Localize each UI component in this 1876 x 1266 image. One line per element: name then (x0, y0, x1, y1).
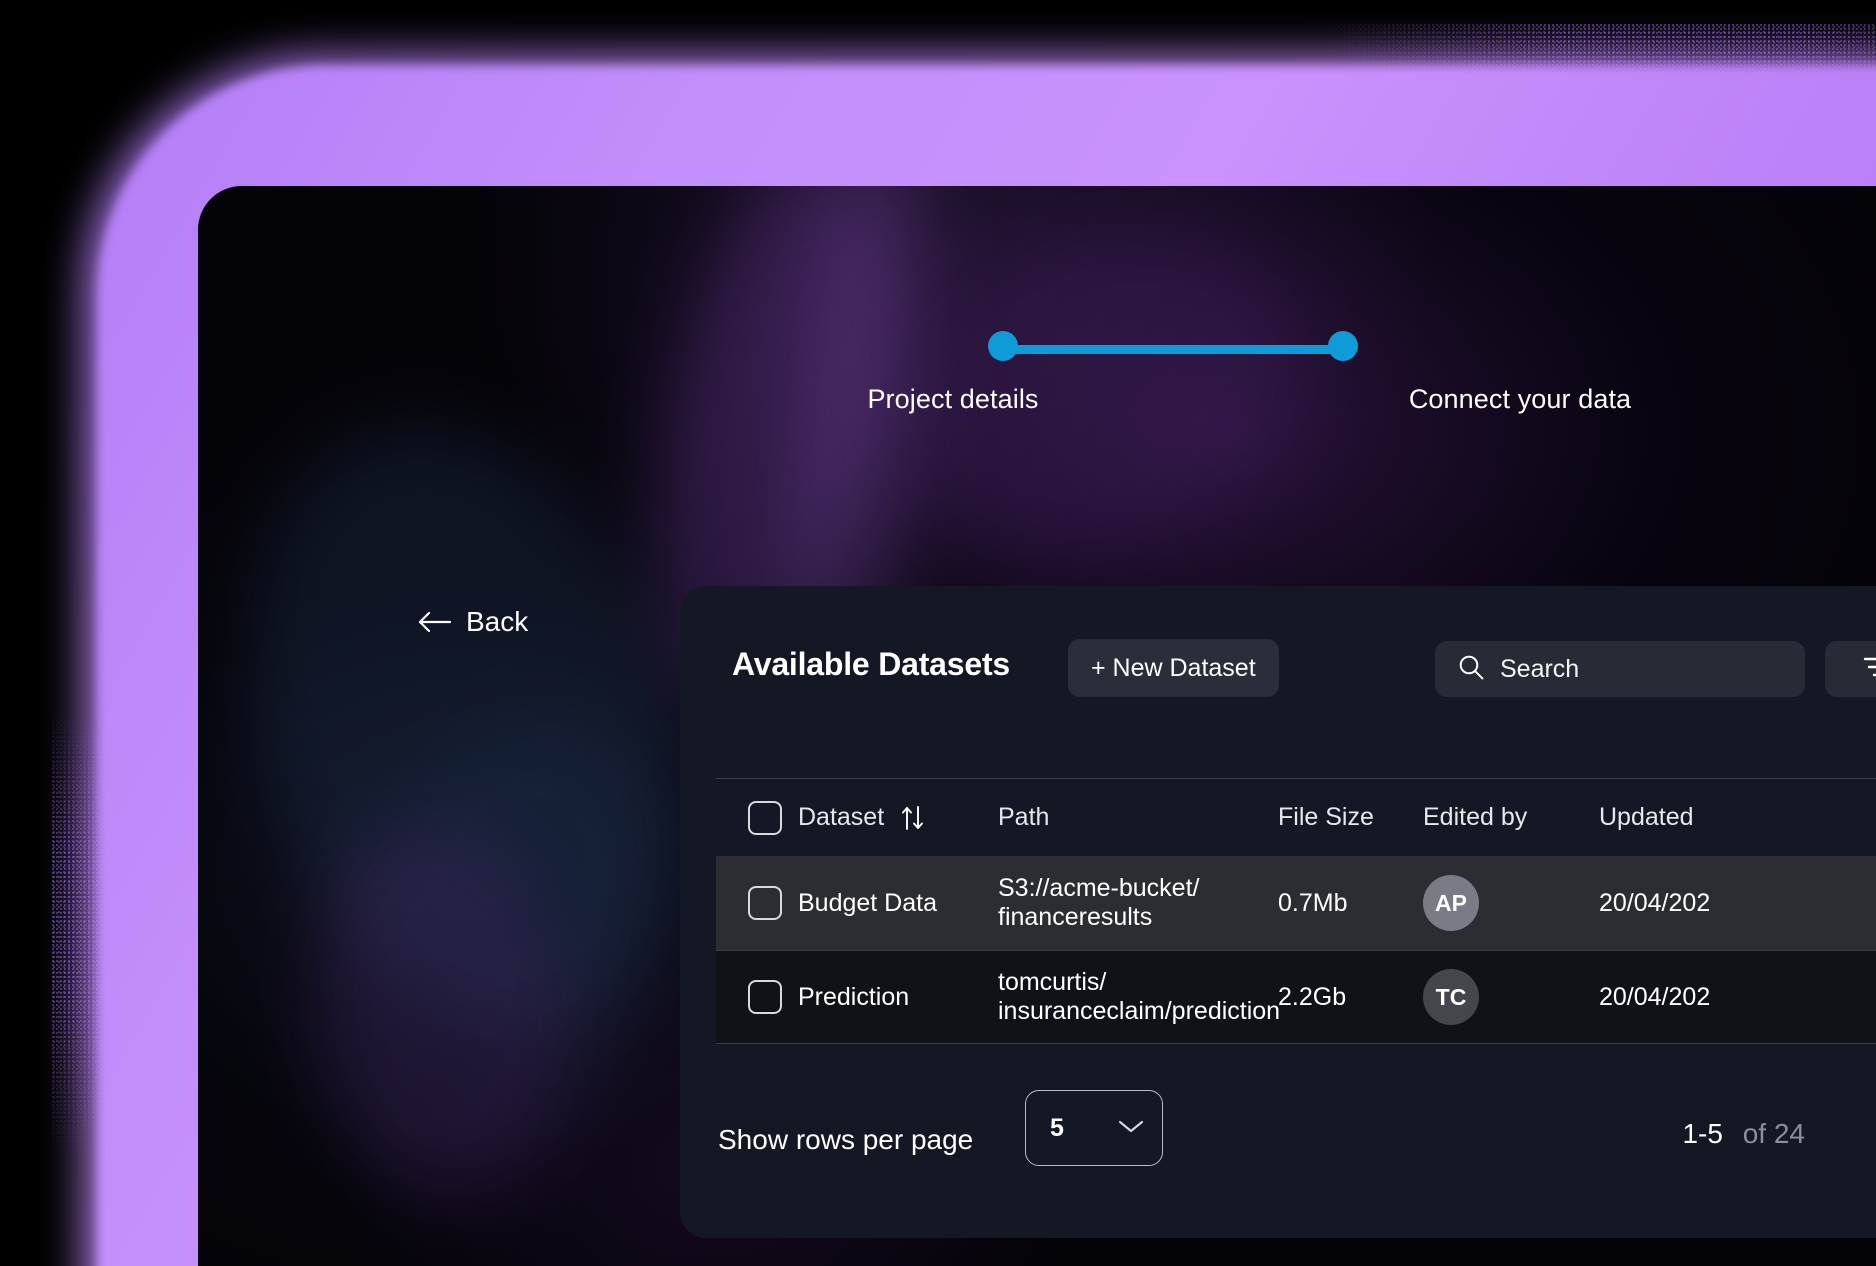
cell-dataset: Budget Data (798, 889, 998, 918)
pagination-range: 1-5 (1682, 1118, 1722, 1149)
row-select-cell (716, 980, 798, 1014)
stepper-dot-connect-your-data[interactable] (1328, 331, 1358, 361)
select-all-checkbox[interactable] (748, 801, 782, 835)
search-box[interactable] (1435, 641, 1805, 697)
row-select-cell (716, 886, 798, 920)
table-header-row: Dataset Path File Size Edited by Updated (716, 778, 1876, 856)
column-label-edited-by: Edited by (1423, 803, 1527, 832)
search-input[interactable] (1500, 655, 1770, 684)
column-header-edited-by[interactable]: Edited by (1423, 803, 1599, 832)
avatar[interactable]: TC (1423, 969, 1479, 1025)
cell-edited-by: TC (1423, 969, 1599, 1025)
available-datasets-panel: Available Datasets + New Dataset (680, 586, 1876, 1238)
back-button-label: Back (466, 606, 528, 638)
stepper-label-connect-your-data[interactable]: Connect your data (1409, 384, 1631, 415)
stepper-connector-line (1003, 345, 1343, 354)
cell-path-line1: S3://acme-bucket/ (998, 874, 1278, 903)
cell-dataset: Prediction (798, 983, 998, 1012)
panel-header: Available Datasets + New Dataset (680, 586, 1876, 778)
cell-file-size: 2.2Gb (1278, 983, 1423, 1012)
page-title: Available Datasets (732, 646, 1010, 683)
pagination-info: 1-5 of 24 (1682, 1118, 1805, 1150)
column-header-path[interactable]: Path (998, 803, 1278, 832)
select-all-cell (716, 801, 798, 835)
cell-file-size: 0.7Mb (1278, 889, 1423, 918)
cell-path-line2: insuranceclaim/prediction (998, 997, 1278, 1026)
column-label-dataset: Dataset (798, 803, 884, 832)
pagination-total: of 24 (1743, 1118, 1805, 1149)
avatar[interactable]: AP (1423, 875, 1479, 931)
column-header-file-size[interactable]: File Size (1278, 803, 1423, 832)
rows-per-page-value: 5 (1050, 1114, 1064, 1143)
chevron-down-icon (1116, 1116, 1146, 1141)
sort-arrows-icon[interactable] (900, 804, 926, 832)
column-header-updated[interactable]: Updated (1599, 803, 1876, 832)
cell-path: S3://acme-bucket/ financeresults (998, 874, 1278, 932)
search-icon (1457, 653, 1485, 686)
cell-edited-by: AP (1423, 875, 1599, 931)
back-button[interactable]: Back (418, 606, 528, 638)
rows-per-page-select[interactable]: 5 (1025, 1090, 1163, 1166)
table-row[interactable]: Prediction tomcurtis/ insuranceclaim/pre… (716, 950, 1876, 1044)
datasets-table: Dataset Path File Size Edited by Updated (716, 778, 1876, 1044)
cell-path-line2: financeresults (998, 903, 1278, 932)
stepper-dot-project-details[interactable] (988, 331, 1018, 361)
cell-updated: 20/04/202 (1599, 889, 1876, 918)
arrow-left-icon (418, 610, 452, 634)
cell-updated: 20/04/202 (1599, 983, 1876, 1012)
table-row[interactable]: Budget Data S3://acme-bucket/ financeres… (716, 856, 1876, 950)
new-dataset-button[interactable]: + New Dataset (1068, 639, 1279, 697)
filter-button[interactable] (1825, 641, 1876, 697)
stepper-label-project-details[interactable]: Project details (867, 384, 1038, 415)
rows-per-page-label: Show rows per page (718, 1124, 973, 1156)
filter-icon (1862, 654, 1876, 685)
screen-root: Project details Connect your data Back A… (0, 0, 1876, 1266)
column-header-dataset[interactable]: Dataset (798, 803, 998, 832)
row-checkbox[interactable] (748, 886, 782, 920)
table-footer: Show rows per page 5 1-5 of 24 (680, 1056, 1876, 1238)
cell-path-line1: tomcurtis/ (998, 968, 1278, 997)
row-checkbox[interactable] (748, 980, 782, 1014)
cell-path: tomcurtis/ insuranceclaim/prediction (998, 968, 1278, 1026)
